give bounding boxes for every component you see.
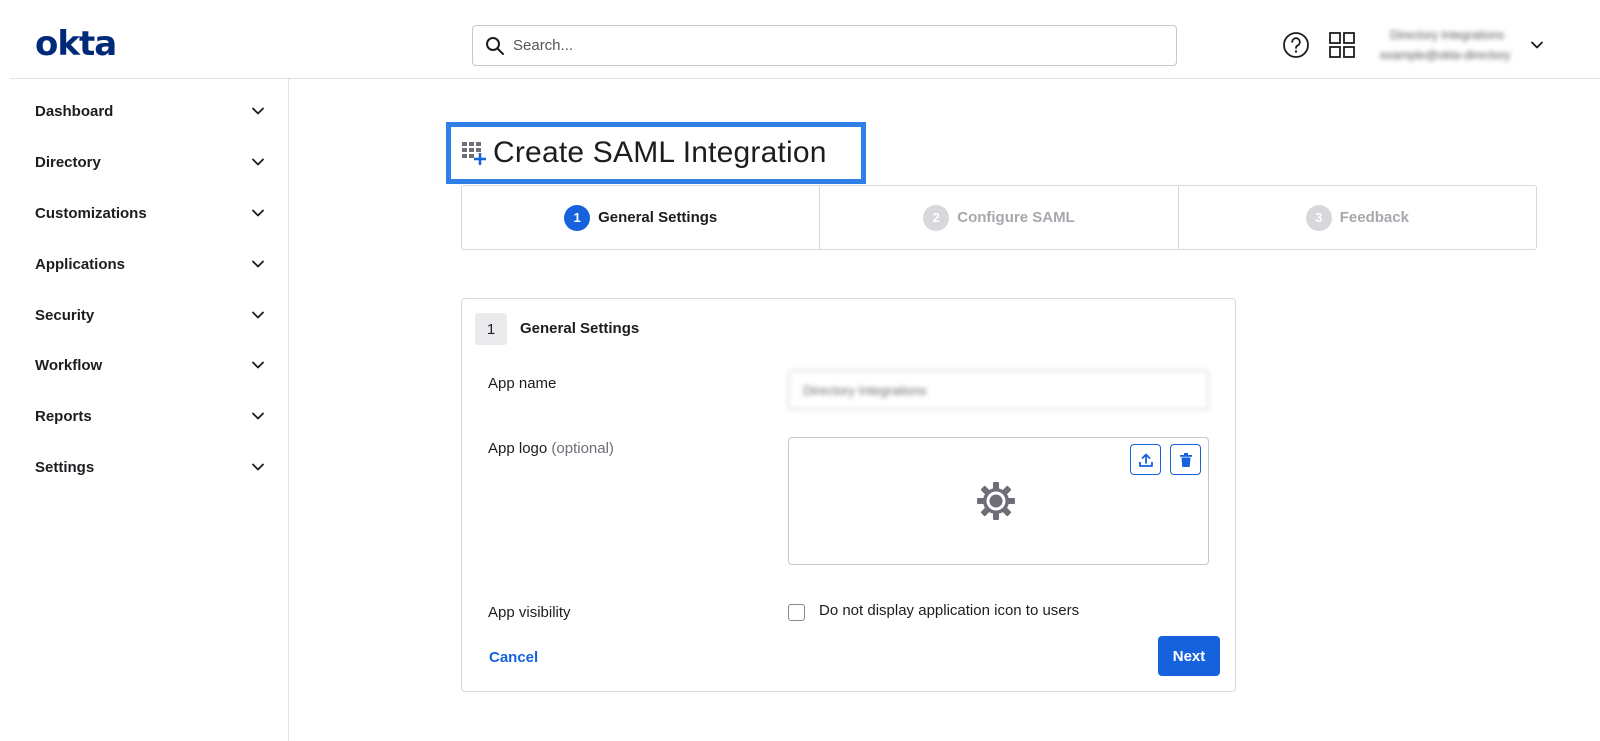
sidebar-item-applications[interactable]: Applications (35, 252, 265, 276)
chevron-down-icon (252, 361, 264, 369)
sidebar-item-label: Security (35, 306, 95, 324)
sidebar-item-label: Workflow (35, 356, 103, 374)
upload-logo-button[interactable] (1130, 444, 1161, 475)
chevron-down-icon (252, 158, 264, 166)
sidebar-item-directory[interactable]: Directory (35, 150, 265, 174)
app-name-label: App name (488, 375, 557, 392)
step-configure-saml[interactable]: 2 Configure SAML (820, 186, 1179, 249)
sidebar-item-security[interactable]: Security (35, 303, 265, 327)
step-general-settings[interactable]: 1 General Settings (462, 186, 821, 249)
section-number: 1 (475, 313, 507, 345)
add-app-grid-icon (462, 142, 486, 165)
sidebar-item-label: Directory (35, 153, 101, 171)
step-wizard: 1 General Settings 2 Configure SAML 3 Fe… (461, 185, 1537, 250)
chevron-down-icon (252, 412, 264, 420)
hide-icon-checkbox-label[interactable]: Do not display application icon to users (819, 602, 1079, 619)
user-email: example@okta-directory (1380, 48, 1511, 62)
search-icon (486, 36, 504, 55)
chevron-down-icon (252, 260, 264, 268)
general-settings-card: 1 General Settings App name App logo (op… (461, 298, 1236, 692)
hide-icon-checkbox[interactable] (788, 604, 805, 621)
section-title: General Settings (520, 320, 640, 337)
sidebar-item-dashboard[interactable]: Dashboard (35, 99, 265, 123)
step-label: Feedback (1339, 209, 1409, 226)
step-number: 1 (564, 204, 591, 231)
search-bar[interactable] (472, 25, 1177, 66)
sidebar-item-label: Applications (35, 255, 126, 273)
app-switcher-icon[interactable] (1328, 31, 1356, 59)
sidebar-item-label: Reports (35, 407, 92, 425)
top-header: okta Directory Integrations example@okta… (10, 0, 1600, 79)
okta-logo[interactable]: okta (35, 24, 117, 64)
step-number: 3 (1305, 204, 1332, 231)
app-name-input[interactable] (788, 370, 1209, 410)
sidebar-item-workflow[interactable]: Workflow (35, 353, 265, 377)
app-logo-dropzone[interactable] (788, 437, 1209, 565)
app-logo-label-text: App logo (488, 440, 548, 457)
upload-icon (1138, 453, 1153, 467)
trash-icon (1179, 452, 1192, 467)
help-icon[interactable] (1282, 31, 1310, 59)
cancel-link[interactable]: Cancel (489, 649, 538, 666)
step-number: 2 (923, 204, 950, 231)
next-button[interactable]: Next (1158, 636, 1220, 676)
chevron-down-icon[interactable] (1530, 38, 1544, 52)
step-label: Configure SAML (957, 209, 1075, 226)
chevron-down-icon (252, 209, 264, 217)
chevron-down-icon (252, 311, 264, 319)
optional-hint: (optional) (551, 440, 614, 457)
sidebar-item-label: Dashboard (35, 102, 114, 120)
sidebar-item-reports[interactable]: Reports (35, 404, 265, 428)
step-label: General Settings (598, 209, 718, 226)
page-title: Create SAML Integration (493, 136, 827, 169)
search-input[interactable] (513, 37, 1133, 54)
user-org-name: Directory Integrations (1390, 28, 1505, 42)
sidebar-item-customizations[interactable]: Customizations (35, 201, 265, 225)
page-title-highlight: Create SAML Integration (446, 122, 866, 184)
app-logo-label: App logo (optional) (488, 440, 614, 457)
sidebar-item-label: Settings (35, 458, 95, 476)
delete-logo-button[interactable] (1170, 444, 1201, 475)
gear-icon (977, 482, 1015, 520)
sidebar-item-settings[interactable]: Settings (35, 455, 265, 479)
chevron-down-icon (252, 463, 264, 471)
sidebar-item-label: Customizations (35, 204, 147, 222)
step-feedback[interactable]: 3 Feedback (1179, 186, 1536, 249)
app-visibility-label: App visibility (488, 604, 571, 621)
sidebar-nav: Dashboard Directory Customizations Appli… (0, 79, 289, 741)
chevron-down-icon (252, 107, 264, 115)
user-menu[interactable]: Directory Integrations example@okta-dire… (1380, 26, 1550, 66)
